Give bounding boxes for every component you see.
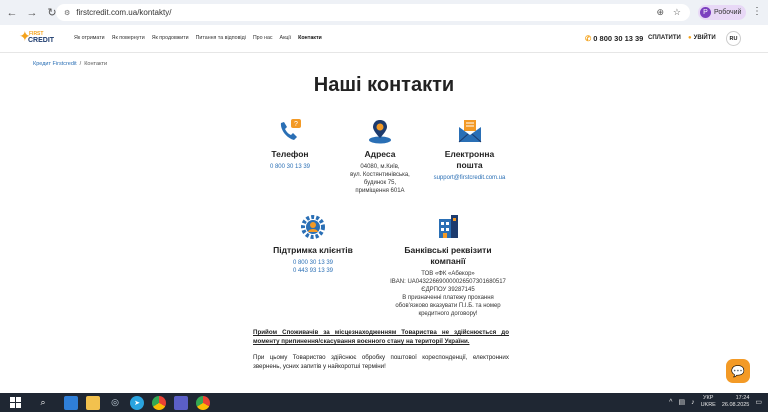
system-tray: ^ ▤ ♪ УКР UKRE 17:24 26.08.2025 ▭ [669, 395, 762, 409]
bookmark-star-icon[interactable]: ☆ [673, 7, 681, 18]
nav-item-how-to-extend[interactable]: Як продовжити [152, 35, 189, 41]
nav-item-faq[interactable]: Питання та відповіді [196, 35, 246, 41]
notice-bold-text: Прийом Споживачів за місцезнаходженням Т… [253, 329, 509, 345]
notice-text: При цьому Товариство здійснює обробку по… [253, 354, 509, 370]
address-line: 04080, м.Київ, [360, 164, 400, 170]
support-phone[interactable]: 0 443 93 13 39 [263, 267, 363, 275]
header-phone-number: 0 800 30 13 39 [593, 34, 644, 43]
clock[interactable]: 17:24 26.08.2025 [722, 395, 750, 409]
phone-icon: ✆ [585, 34, 592, 43]
taskbar: ⌕ ◎ ➤ ^ ▤ ♪ УКР UKRE 17:24 26.08.2025 ▭ [0, 393, 768, 412]
steam-icon[interactable]: ◎ [108, 396, 122, 410]
address-card: Адреса 04080, м.Київ, вул. Костянтинівсь… [340, 117, 420, 195]
windows-start-icon[interactable] [8, 396, 22, 410]
email-title-line1: Електронна [444, 149, 495, 159]
address-bar[interactable]: ⚙ firstcredit.com.ua/kontakty/ ⊕ ☆ [56, 4, 690, 21]
address-line: будинок 75, [363, 180, 397, 186]
login-button[interactable]: ● УВІЙТИ [688, 35, 716, 41]
site-info-icon[interactable]: ⚙ [64, 9, 70, 17]
user-icon: ● [688, 35, 692, 41]
chrome-profile-icon[interactable] [196, 395, 210, 410]
bank-card: Банківські реквізити компанії ТОВ «ФК «А… [378, 213, 518, 318]
bank-detail-line: ЄДРПОУ 39287145 [421, 287, 475, 293]
main-nav: Як отримати Як повернути Як продовжити П… [74, 35, 322, 41]
breadcrumb: Кредит Firstcredit / Контакти [33, 61, 107, 67]
email-card-address[interactable]: support@firstcredit.com.ua [423, 174, 516, 182]
clock-date: 26.08.2025 [721, 402, 750, 408]
breadcrumb-separator: / [79, 61, 82, 67]
bank-title-line2: компанії [430, 256, 466, 266]
chevron-up-icon[interactable]: ^ [669, 399, 672, 406]
address-line: вул. Костянтинівська, [350, 172, 410, 178]
back-icon[interactable]: ← [4, 5, 20, 21]
bank-building-icon [434, 213, 462, 241]
browser-toolbar: ← → ↻ ⚙ firstcredit.com.ua/kontakty/ ⊕ ☆… [0, 0, 768, 25]
address-card-title: Адреса [364, 149, 396, 159]
email-card-title: Електронна пошта [423, 149, 516, 171]
bank-title-line1: Банківські реквізити [404, 245, 492, 255]
bank-detail-line: кредитного договору! [418, 311, 478, 317]
email-card: Електронна пошта support@firstcredit.com… [423, 117, 516, 182]
chat-bubble-icon: 💬 [731, 365, 745, 378]
teams-icon[interactable] [174, 395, 188, 410]
logo-credit: CREDIT [28, 37, 55, 44]
pay-button[interactable]: СПЛАТИТИ [648, 35, 681, 41]
clock-time: 17:24 [735, 395, 750, 401]
phone-icon: ? [276, 117, 304, 145]
nav-item-how-to-get[interactable]: Як отримати [74, 35, 105, 41]
site-header: ✦ FIRST CREDIT Як отримати Як повернути … [0, 25, 768, 53]
login-label: УВІЙТИ [693, 35, 716, 41]
address-line: приміщення 601А [355, 188, 405, 194]
volume-icon[interactable]: ♪ [691, 399, 695, 406]
zoom-icon[interactable]: ⊕ [656, 7, 664, 18]
location-pin-icon [366, 117, 394, 145]
notification-icon[interactable]: ▭ [755, 398, 762, 406]
header-phone[interactable]: ✆ 0 800 30 13 39 [585, 34, 643, 43]
chrome-icon[interactable] [152, 395, 166, 410]
language-code: УКР [703, 395, 714, 401]
support-card: Підтримка клієнтів 0 800 30 13 39 0 443 … [263, 213, 363, 275]
svg-text:?: ? [294, 121, 298, 128]
breadcrumb-home[interactable]: Кредит Firstcredit [33, 61, 77, 67]
bank-card-title: Банківські реквізити компанії [378, 245, 518, 267]
breadcrumb-current: Контакти [84, 61, 108, 67]
page-title: Наші контакти [313, 74, 455, 96]
site-logo[interactable]: ✦ FIRST CREDIT [19, 28, 55, 50]
nav-item-about[interactable]: Про нас [253, 35, 273, 41]
url-text: firstcredit.com.ua/kontakty/ [76, 8, 172, 17]
email-title-line2: пошта [456, 160, 483, 170]
nav-item-how-to-repay[interactable]: Як повернути [112, 35, 145, 41]
bank-detail-line: ТОВ «ФК «Абекор» [421, 271, 475, 277]
phone-card: ? Телефон 0 800 30 13 39 [250, 117, 330, 171]
support-phone[interactable]: 0 800 30 13 39 [263, 259, 363, 267]
nav-item-contacts[interactable]: Контакти [298, 35, 322, 41]
browser-menu-icon[interactable]: ⋮ [752, 6, 762, 17]
mail-app-icon[interactable] [64, 395, 78, 410]
network-icon[interactable]: ▤ [678, 398, 685, 406]
keyboard-language[interactable]: УКР UKRE [701, 395, 716, 409]
telegram-icon[interactable]: ➤ [130, 395, 144, 410]
phone-card-number[interactable]: 0 800 30 13 39 [250, 163, 330, 171]
bank-detail-line: В призначенні платежу прохання [402, 295, 494, 301]
support-gear-icon [299, 213, 327, 241]
search-icon[interactable]: ⌕ [36, 396, 50, 410]
phone-card-title: Телефон [271, 149, 309, 159]
language-switch[interactable]: RU [726, 31, 741, 46]
forward-icon[interactable]: → [24, 5, 40, 21]
chat-button[interactable]: 💬 [726, 359, 750, 383]
file-explorer-icon[interactable] [86, 395, 100, 410]
bank-detail-line: обов'язково вказувати П.І.Б. та номер [395, 303, 501, 309]
envelope-icon [456, 117, 484, 145]
nav-item-promotions[interactable]: Акції [280, 35, 292, 41]
language-layout: UKRE [700, 402, 716, 408]
avatar: P [700, 7, 711, 18]
bank-detail-line: IBAN: UA043226690000026507301680517 [390, 279, 506, 285]
support-card-title: Підтримка клієнтів [273, 245, 353, 255]
profile-button[interactable]: P Робочий [698, 5, 746, 20]
notice-block: Прийом Споживачів за місцезнаходженням Т… [253, 328, 509, 371]
profile-label: Робочий [714, 9, 742, 16]
